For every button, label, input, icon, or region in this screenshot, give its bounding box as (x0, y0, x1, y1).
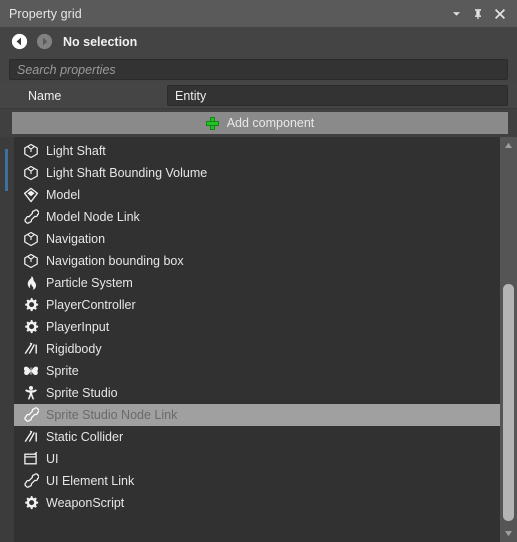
component-list-item-label: Navigation (46, 232, 106, 246)
navigation-row: No selection (0, 27, 517, 56)
component-list[interactable]: Light Shaft Light Shaft Bounding Volume Mo… (14, 137, 500, 542)
component-list-item[interactable]: Navigation bounding box (14, 250, 500, 272)
gear-icon (22, 297, 39, 314)
bone-icon (22, 473, 39, 490)
component-list-item-label: UI (46, 452, 59, 466)
component-list-item-label: Particle System (46, 276, 133, 290)
scrollbar-thumb[interactable] (503, 284, 514, 521)
component-list-item-label: UI Element Link (46, 474, 135, 488)
name-property-label: Name (28, 88, 62, 103)
gear-icon (22, 319, 39, 336)
cube-icon (22, 253, 39, 270)
model-icon (22, 187, 39, 204)
forward-arrow-icon (35, 33, 53, 51)
component-list-item[interactable]: WeaponScript (14, 492, 500, 514)
component-list-item[interactable]: PlayerController (14, 294, 500, 316)
search-input[interactable]: Search properties (9, 59, 508, 80)
component-list-item[interactable]: Model (14, 184, 500, 206)
property-grid-panel: Property grid No selection Search proper… (0, 0, 517, 542)
add-component-row: Add component (0, 109, 517, 137)
figure-icon (22, 385, 39, 402)
component-list-item[interactable]: Sprite (14, 360, 500, 382)
component-list-item[interactable]: Static Collider (14, 426, 500, 448)
name-property-field[interactable]: Entity (167, 85, 508, 106)
bone-icon (22, 209, 39, 226)
component-list-item-label: PlayerInput (46, 320, 110, 334)
close-icon[interactable] (489, 3, 511, 25)
cube-icon (22, 231, 39, 248)
component-list-area: Light Shaft Light Shaft Bounding Volume Mo… (0, 137, 517, 542)
component-list-item[interactable]: Sprite Studio (14, 382, 500, 404)
chevron-down-icon[interactable] (445, 3, 467, 25)
component-list-item[interactable]: UI Element Link (14, 470, 500, 492)
component-list-item-label: Navigation bounding box (46, 254, 184, 268)
name-property-row: Name Entity (0, 83, 517, 109)
list-gutter (0, 137, 14, 542)
component-list-item-label: Rigidbody (46, 342, 102, 356)
component-list-item[interactable]: Model Node Link (14, 206, 500, 228)
bone-icon (22, 407, 39, 424)
gutter-accent-marker (5, 149, 8, 191)
component-list-item-label: Sprite Studio Node Link (46, 408, 178, 422)
add-component-button[interactable]: Add component (12, 112, 508, 134)
component-list-item-label: Sprite Studio (46, 386, 118, 400)
component-list-item[interactable]: Particle System (14, 272, 500, 294)
component-list-item-label: Sprite (46, 364, 79, 378)
component-list-item-label: Model Node Link (46, 210, 140, 224)
cube-icon (22, 165, 39, 182)
add-component-label: Add component (226, 116, 315, 130)
component-list-item[interactable]: Sprite Studio Node Link (14, 404, 500, 426)
component-list-item-label: Static Collider (46, 430, 124, 444)
search-row: Search properties (0, 56, 517, 83)
component-list-item-label: PlayerController (46, 298, 136, 312)
component-list-item[interactable]: UI (14, 448, 500, 470)
search-placeholder: Search properties (17, 62, 116, 77)
cube-icon (22, 143, 39, 160)
scrollbar-track[interactable] (500, 154, 517, 525)
component-list-item[interactable]: Navigation (14, 228, 500, 250)
page-title: Property grid (9, 6, 82, 21)
component-list-item[interactable]: Light Shaft Bounding Volume (14, 162, 500, 184)
window-icon (22, 451, 39, 468)
pin-icon[interactable] (467, 3, 489, 25)
rigidbody-icon (22, 341, 39, 358)
plus-icon (205, 116, 219, 130)
scroll-up-arrow-icon[interactable] (500, 137, 517, 154)
flame-icon (22, 275, 39, 292)
component-list-item[interactable]: Rigidbody (14, 338, 500, 360)
component-list-item[interactable]: PlayerInput (14, 316, 500, 338)
selection-status-label: No selection (63, 34, 138, 49)
component-list-item-label: Model (46, 188, 81, 202)
component-list-item-label: Light Shaft Bounding Volume (46, 166, 208, 180)
vertical-scrollbar[interactable] (500, 137, 517, 542)
component-list-item-label: Light Shaft (46, 144, 106, 158)
rigidbody-icon (22, 429, 39, 446)
back-arrow-icon[interactable] (10, 33, 28, 51)
scroll-down-arrow-icon[interactable] (500, 525, 517, 542)
title-bar: Property grid (0, 0, 517, 27)
butterfly-icon (22, 363, 39, 380)
component-list-item[interactable]: Light Shaft (14, 140, 500, 162)
gear-icon (22, 495, 39, 512)
component-list-item-label: WeaponScript (46, 496, 125, 510)
